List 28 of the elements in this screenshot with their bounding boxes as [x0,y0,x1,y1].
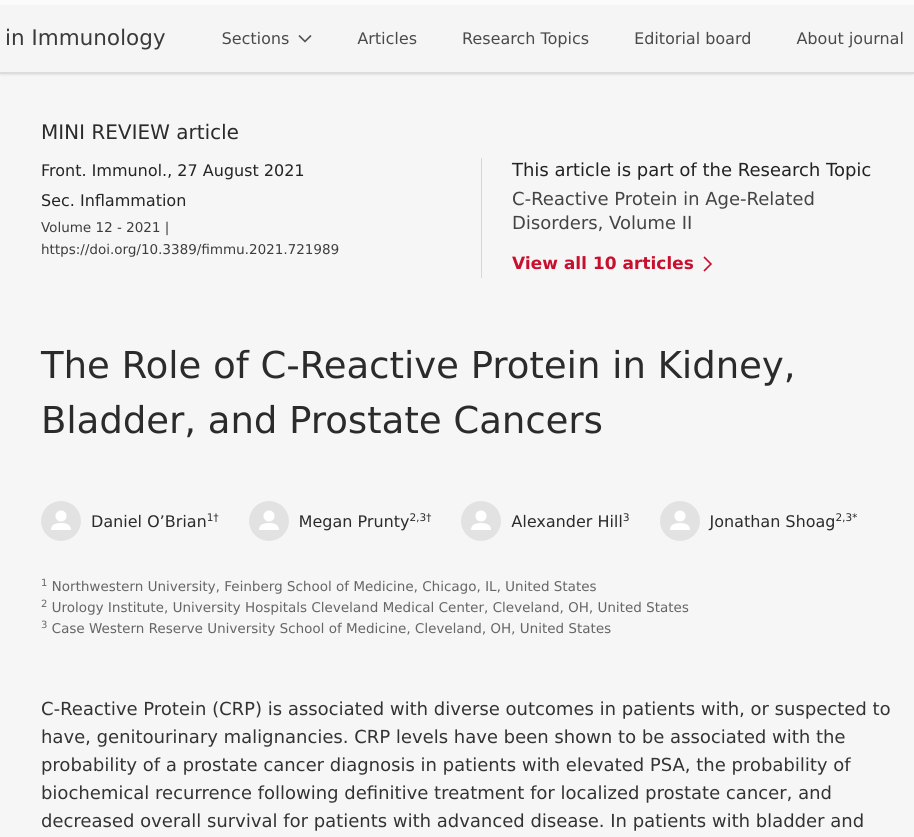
topic-title-link[interactable]: C-Reactive Protein in Age-Related Disorders, Volume II [512,188,862,236]
citation-text: Front. Immunol., 27 August 2021 [41,160,306,182]
doi-link[interactable]: https://doi.org/10.3389/fimmu.2021.721989 [41,239,340,261]
section-text: Sec. Inflammation [41,190,188,212]
view-all-link[interactable]: View all 10 articles [512,252,712,276]
nav-link[interactable]: Editorial board [634,29,752,48]
affiliation-text: $^{1}$ Northwestern University, Feinberg School of Medicine, Chicago, IL, United States [41,577,597,597]
chevron-right-icon [702,256,712,272]
avatar-icon [461,501,502,541]
author-name-link[interactable]: Jonathan Shoag$^{2,3*}$ [710,512,858,530]
nav-link[interactable]: Articles [357,29,418,48]
article-type: MINI REVIEW article [41,119,240,145]
topic-heading: This article is part of the Research Topic [512,159,872,183]
volume-text: Volume 12 - 2021 | [41,219,170,238]
nav-link[interactable]: About journal [796,29,904,48]
article-title: The Role of C-Reactive Protein in Kidney, Bladder, and Prostate Cancers [41,343,797,444]
journal-name-link[interactable]: in Immunology [5,26,166,51]
author-name-link[interactable]: Alexander Hill$^{3}$ [511,512,630,530]
nav-link[interactable]: Research Topics [462,29,590,48]
affiliation-text: $^{2}$ Urology Institute, University Hospitals Cleveland Medical Center, Cleveland, OH, United States [41,598,689,618]
avatar-icon [248,501,289,541]
avatar-icon [41,501,81,541]
avatar-icon [660,501,700,541]
affiliation-text: $^{3}$ Case Western Reserve University School of Medicine, Cleveland, OH, United States [41,619,612,639]
abstract-text: C-Reactive Protein (CRP) is associated with diverse outcomes in patients with, or suspected to have, genitourinary malignancies. CRP levels have been shown to be associated with the probability of a prostate cancer diagnosis in patients with elevated PSA, the probability of biochemical recurrence following definitive treatment for localized prostate cancer, and decreased overall survival for patients with advanced disease. In patients with bladder and [41,698,892,834]
author-name-link[interactable]: Daniel O’Brian$^{1†}$ [91,512,219,530]
author-name-link[interactable]: Megan Prunty$^{2,3†}$ [298,512,432,530]
nav-link[interactable]: Sections [222,29,312,48]
